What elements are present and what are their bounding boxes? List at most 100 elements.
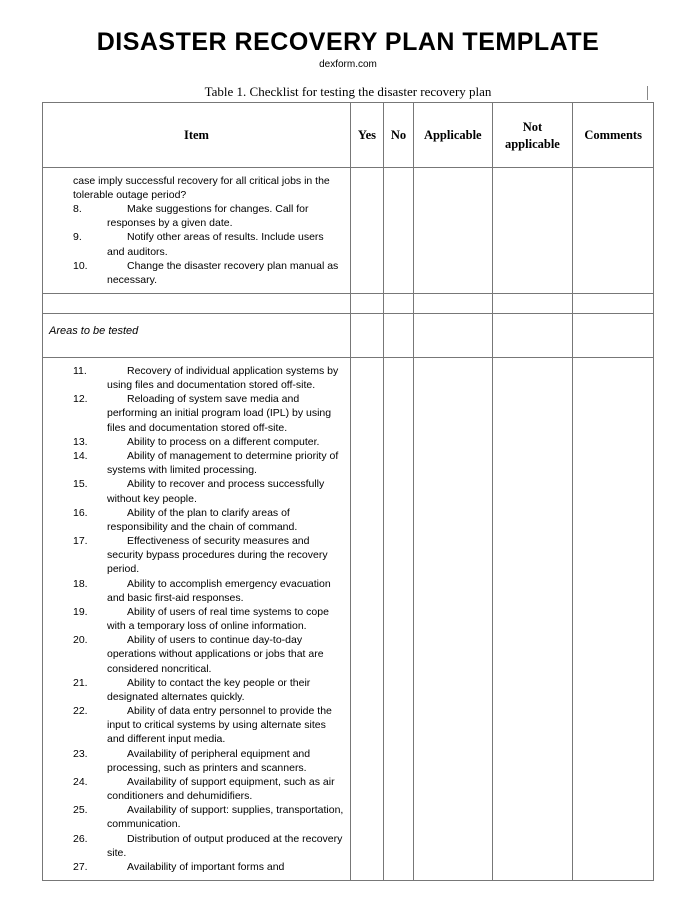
item-text: Ability of management to determine prior…	[107, 449, 344, 477]
item-text: Recovery of individual application syste…	[107, 364, 344, 392]
cell-empty	[350, 314, 383, 358]
item-number: 22.	[73, 704, 107, 718]
item-number: 9.	[73, 230, 107, 244]
cell-empty	[492, 294, 573, 314]
item-text: Reloading of system save media and perfo…	[107, 392, 344, 435]
table-row-section: Areas to be tested	[43, 314, 654, 358]
item-text: Effectiveness of security measures and s…	[107, 534, 344, 577]
col-header-not-applicable: Not applicable	[492, 103, 573, 168]
list-item: 25.Availability of support: supplies, tr…	[49, 803, 344, 831]
item-number: 27.	[73, 860, 107, 874]
list-item: 26.Distribution of output produced at th…	[49, 832, 344, 860]
table-row-gap	[43, 294, 654, 314]
list-item: 11.Recovery of individual application sy…	[49, 364, 344, 392]
item-number: 26.	[73, 832, 107, 846]
item-text: Ability to process on a different comput…	[107, 435, 344, 449]
list-item: 20.Ability of users to continue day-to-d…	[49, 633, 344, 676]
item-text: Distribution of output produced at the r…	[107, 832, 344, 860]
items-cell-2: 11.Recovery of individual application sy…	[43, 357, 351, 880]
list-item: 21.Ability to contact the key people or …	[49, 676, 344, 704]
page-title: DISASTER RECOVERY PLAN TEMPLATE	[42, 28, 654, 57]
item-text: Ability to recover and process successfu…	[107, 477, 344, 505]
cell-applicable	[413, 167, 492, 293]
cell-empty	[573, 294, 654, 314]
col-header-comments: Comments	[573, 103, 654, 168]
cell-empty	[43, 294, 351, 314]
list-item: 19.Ability of users of real time systems…	[49, 605, 344, 633]
list-item: 27.Availability of important forms and	[49, 860, 344, 874]
list-item: 13.Ability to process on a different com…	[49, 435, 344, 449]
cell-applicable	[413, 357, 492, 880]
list-item: 17.Effectiveness of security measures an…	[49, 534, 344, 577]
item-number: 19.	[73, 605, 107, 619]
table-row: 11.Recovery of individual application sy…	[43, 357, 654, 880]
cell-yes	[350, 357, 383, 880]
col-header-no: No	[383, 103, 413, 168]
table-caption: Table 1. Checklist for testing the disas…	[42, 84, 654, 100]
item-number: 11.	[73, 364, 107, 378]
cell-no	[383, 357, 413, 880]
item-text: Ability of users of real time systems to…	[107, 605, 344, 633]
cell-yes	[350, 167, 383, 293]
section-label: Areas to be tested	[43, 314, 351, 358]
cell-comments	[573, 357, 654, 880]
cell-no	[383, 167, 413, 293]
item-text: Change the disaster recovery plan manual…	[107, 259, 344, 287]
item-text: Ability to contact the key people or the…	[107, 676, 344, 704]
caption-divider	[647, 86, 648, 100]
item-text: Availability of peripheral equipment and…	[107, 747, 344, 775]
item-number: 17.	[73, 534, 107, 548]
checklist-table: Item Yes No Applicable Not applicable Co…	[42, 102, 654, 881]
item-text: Ability of the plan to clarify areas of …	[107, 506, 344, 534]
item-text: Availability of support: supplies, trans…	[107, 803, 344, 831]
table-header-row: Item Yes No Applicable Not applicable Co…	[43, 103, 654, 168]
table-row: case imply successful recovery for all c…	[43, 167, 654, 293]
list-item: 16.Ability of the plan to clarify areas …	[49, 506, 344, 534]
item-number: 12.	[73, 392, 107, 406]
cell-empty	[573, 314, 654, 358]
cell-comments	[573, 167, 654, 293]
item-number: 24.	[73, 775, 107, 789]
item-text: Ability to accomplish emergency evacuati…	[107, 577, 344, 605]
item-number: 13.	[73, 435, 107, 449]
item-continuation: case imply successful recovery for all c…	[49, 174, 344, 202]
cell-not-applicable	[492, 357, 573, 880]
list-item: 8.Make suggestions for changes. Call for…	[49, 202, 344, 230]
list-item: 14.Ability of management to determine pr…	[49, 449, 344, 477]
item-number: 23.	[73, 747, 107, 761]
item-number: 20.	[73, 633, 107, 647]
list-item: 23.Availability of peripheral equipment …	[49, 747, 344, 775]
item-number: 21.	[73, 676, 107, 690]
item-number: 14.	[73, 449, 107, 463]
item-text: Ability of users to continue day-to-day …	[107, 633, 344, 676]
item-number: 16.	[73, 506, 107, 520]
list-item: 15.Ability to recover and process succes…	[49, 477, 344, 505]
col-header-item: Item	[43, 103, 351, 168]
item-number: 10.	[73, 259, 107, 273]
cell-empty	[350, 294, 383, 314]
item-text: Ability of data entry personnel to provi…	[107, 704, 344, 747]
caption-text: Table 1. Checklist for testing the disas…	[205, 84, 492, 99]
col-header-applicable: Applicable	[413, 103, 492, 168]
page-subtitle: dexform.com	[42, 59, 654, 70]
cell-empty	[383, 314, 413, 358]
item-text: Make suggestions for changes. Call for r…	[107, 202, 344, 230]
item-text: Notify other areas of results. Include u…	[107, 230, 344, 258]
list-item: 22.Ability of data entry personnel to pr…	[49, 704, 344, 747]
item-number: 18.	[73, 577, 107, 591]
cell-empty	[383, 294, 413, 314]
col-header-yes: Yes	[350, 103, 383, 168]
item-number: 15.	[73, 477, 107, 491]
cell-not-applicable	[492, 167, 573, 293]
list-item: 18.Ability to accomplish emergency evacu…	[49, 577, 344, 605]
item-number: 8.	[73, 202, 107, 216]
item-text: Availability of support equipment, such …	[107, 775, 344, 803]
items-cell-1: case imply successful recovery for all c…	[43, 167, 351, 293]
list-item: 12.Reloading of system save media and pe…	[49, 392, 344, 435]
cell-empty	[413, 314, 492, 358]
item-number: 25.	[73, 803, 107, 817]
cell-empty	[492, 314, 573, 358]
cell-empty	[413, 294, 492, 314]
list-item: 10.Change the disaster recovery plan man…	[49, 259, 344, 287]
item-text: Availability of important forms and	[107, 860, 344, 874]
